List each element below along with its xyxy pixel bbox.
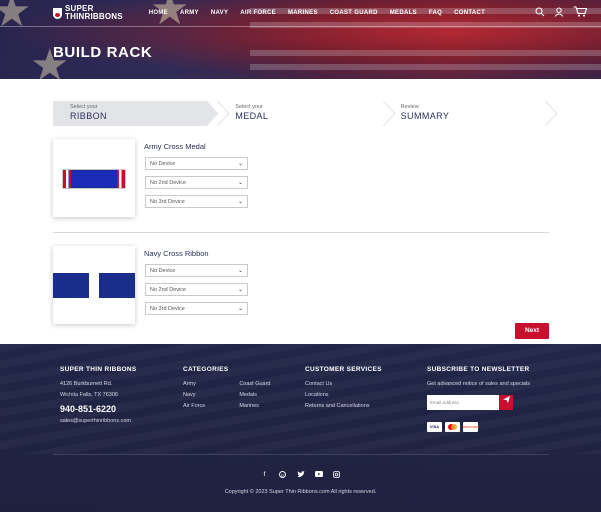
item-name: Navy Cross Ribbon <box>144 249 209 258</box>
category-link-coast-guard[interactable]: Coast Guard <box>239 379 270 390</box>
menu-item-coast-guard[interactable]: COAST GUARD <box>324 10 384 16</box>
second-device-select[interactable]: No 2nd Device ⌄ <box>145 176 248 189</box>
step-summary-label: SUMMARY <box>400 111 450 121</box>
nav-icons <box>535 6 588 20</box>
logo-shield-icon <box>53 7 62 19</box>
chevron-down-icon: ⌄ <box>237 268 243 274</box>
svg-text:p: p <box>281 472 284 477</box>
chevron-down-icon: ⌄ <box>237 161 243 167</box>
chevron-down-icon: ⌄ <box>237 287 243 293</box>
email-input[interactable]: Email Address <box>427 395 499 410</box>
step-summary[interactable]: Review SUMMARY <box>382 101 557 126</box>
category-link-air-force[interactable]: Air Force <box>183 401 205 412</box>
page-title: BUILD RACK <box>53 44 153 61</box>
locations-link[interactable]: Locations <box>305 390 382 401</box>
hero-banner: ★ ★ ★ SUPER THINRIBBONS HOME ARMY NAVY A… <box>0 0 601 79</box>
select-value: No 3rd Device <box>150 306 185 312</box>
chevron-down-icon: ⌄ <box>237 306 243 312</box>
menu-item-medals[interactable]: MEDALS <box>384 10 423 16</box>
army-cross-ribbon-image <box>62 169 126 189</box>
category-link-army[interactable]: Army <box>183 379 205 390</box>
menu-item-army[interactable]: ARMY <box>174 10 205 16</box>
footer-categories: CATEGORIES Army Navy Air Force Coast Gua… <box>183 366 271 412</box>
step-ribbon[interactable]: Select your RIBBON <box>53 101 219 126</box>
step-medal-caption: Select your <box>235 104 263 110</box>
item-divider <box>53 232 549 233</box>
cart-icon[interactable] <box>573 6 588 20</box>
contact-us-link[interactable]: Contact Us <box>305 379 382 390</box>
newsletter-title: SUBSCRIBE TO NEWSLETTER <box>427 366 530 373</box>
footer-customer-services: CUSTOMER SERVICES Contact Us Locations R… <box>305 366 382 412</box>
phone-number[interactable]: 940-851-6220 <box>60 404 137 414</box>
returns-link[interactable]: Returns and Cancellations <box>305 401 382 412</box>
ribbon-thumbnail <box>53 246 135 324</box>
second-device-select[interactable]: No 2nd Device ⌄ <box>145 283 248 296</box>
logo-text-line2: THINRIBBONS <box>65 12 123 21</box>
category-link-medals[interactable]: Medals <box>239 390 270 401</box>
step-summary-caption: Review <box>400 104 419 110</box>
user-icon[interactable] <box>554 7 564 20</box>
footer-services-title: CUSTOMER SERVICES <box>305 366 382 373</box>
item-name: Army Cross Medal <box>144 142 206 151</box>
step-medal[interactable]: Select your MEDAL <box>217 101 384 126</box>
menu-item-marines[interactable]: MARINES <box>282 10 324 16</box>
youtube-icon[interactable] <box>314 471 323 480</box>
footer-categories-title: CATEGORIES <box>183 366 229 373</box>
menu-item-air-force[interactable]: AIR FORCE <box>234 10 282 16</box>
footer-newsletter: SUBSCRIBE TO NEWSLETTER Get advanced not… <box>427 366 530 390</box>
footer-company-title: SUPER THIN RIBBONS <box>60 366 137 373</box>
send-button[interactable] <box>499 395 513 410</box>
pinterest-icon[interactable]: p <box>279 471 287 480</box>
chevron-down-icon: ⌄ <box>237 180 243 186</box>
select-value: No Device <box>150 268 176 274</box>
address-line1: 4126 Burkburnett Rd. <box>60 381 113 387</box>
select-value: No 3rd Device <box>150 199 185 205</box>
menu-item-navy[interactable]: NAVY <box>205 10 234 16</box>
instagram-icon[interactable] <box>333 471 341 480</box>
facebook-icon[interactable]: f <box>261 471 269 480</box>
newsletter-text: Get advanced notice of sales and special… <box>427 381 531 387</box>
top-nav: SUPER THINRIBBONS HOME ARMY NAVY AIR FOR… <box>0 0 601 27</box>
navy-cross-ribbon-image <box>53 273 135 298</box>
mastercard-icon <box>445 422 460 432</box>
site-logo[interactable]: SUPER THINRIBBONS <box>53 5 123 21</box>
third-device-select[interactable]: No 3rd Device ⌄ <box>145 195 248 208</box>
email-link[interactable]: sales@superthinribbons.com <box>60 416 137 427</box>
step-medal-label: MEDAL <box>235 111 269 121</box>
social-links: f p <box>0 471 601 480</box>
third-device-select[interactable]: No 3rd Device ⌄ <box>145 302 248 315</box>
menu-item-home[interactable]: HOME <box>143 10 174 16</box>
category-link-marines[interactable]: Marines <box>239 401 270 412</box>
build-steps: Select your RIBBON Select your MEDAL Rev… <box>53 101 557 126</box>
send-icon <box>502 396 510 403</box>
discover-card-icon: DISCOVER <box>463 422 479 432</box>
next-button[interactable]: Next <box>515 323 549 339</box>
select-value: No 2nd Device <box>150 287 187 293</box>
newsletter-form: Email Address <box>427 395 513 410</box>
menu-item-faq[interactable]: FAQ <box>423 10 448 16</box>
site-footer: SUPER THIN RIBBONS 4126 Burkburnett Rd. … <box>0 344 601 512</box>
chevron-down-icon: ⌄ <box>237 199 243 205</box>
select-value: No 2nd Device <box>150 180 187 186</box>
device-select[interactable]: No Device ⌄ <box>145 264 248 277</box>
twitter-icon[interactable] <box>297 471 305 480</box>
step-ribbon-label: RIBBON <box>70 111 107 121</box>
footer-divider <box>53 454 549 455</box>
device-select[interactable]: No Device ⌄ <box>145 157 248 170</box>
payment-cards: VISA DISCOVER <box>427 422 479 432</box>
menu-item-contact[interactable]: CONTACT <box>448 10 491 16</box>
category-link-navy[interactable]: Navy <box>183 390 205 401</box>
select-value: No Device <box>150 161 176 167</box>
search-icon[interactable] <box>535 6 545 20</box>
copyright-text: Copyright © 2023 Super Thin Ribbons.com … <box>224 489 377 495</box>
address-line2: Wichita Falls, TX 76306 <box>60 392 118 398</box>
ribbon-thumbnail <box>53 139 135 217</box>
visa-card-icon: VISA <box>427 422 442 432</box>
main-menu: HOME ARMY NAVY AIR FORCE MARINES COAST G… <box>143 10 491 16</box>
footer-company: SUPER THIN RIBBONS 4126 Burkburnett Rd. … <box>60 366 137 427</box>
step-ribbon-caption: Select your <box>70 104 98 110</box>
